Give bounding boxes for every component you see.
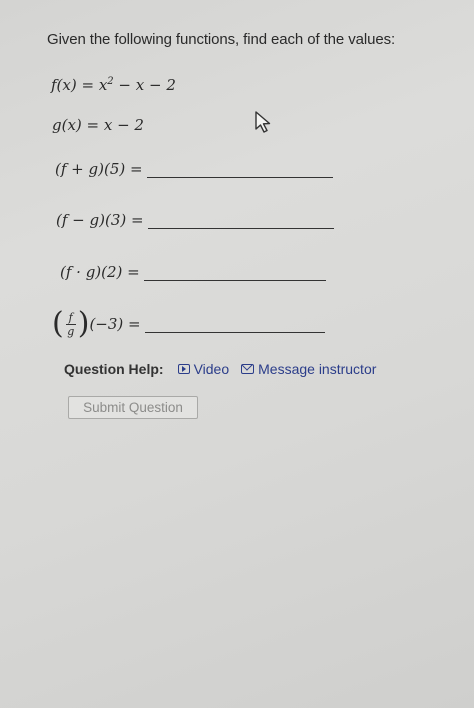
function-g-definition: g(x) = x − 2 [52,116,144,134]
submit-question-button[interactable]: Submit Question [68,396,198,419]
question-page: Given the following functions, find each… [0,0,474,708]
item-4-expression: ( f g ) (−3) = [52,307,141,341]
f-definition-base: f(x) = x [51,76,108,94]
question-prompt: Given the following functions, find each… [47,31,396,48]
video-icon [177,364,190,374]
question-item-1: (f + g)(5) = [55,160,333,178]
question-item-3: (f · g)(2) = [60,263,326,281]
function-f-definition: f(x) = x2 − x − 2 [51,76,176,94]
mouse-cursor-icon [255,111,271,133]
item-1-answer-field[interactable] [146,176,333,178]
item-2-expression: (f − g)(3) = [56,211,144,229]
video-link[interactable]: Video [177,361,230,377]
fraction-denominator: g [67,324,75,338]
item-3-answer-field[interactable] [143,279,326,281]
envelope-icon [241,364,255,374]
message-instructor-link[interactable]: Message instructor [241,361,376,377]
fraction-numerator: f [68,310,73,324]
right-paren: ) [77,306,90,341]
f-definition-rest: − x − 2 [113,76,176,94]
question-item-2: (f − g)(3) = [56,211,334,229]
item-1-expression: (f + g)(5) = [55,160,143,178]
item-3-expression: (f · g)(2) = [60,263,140,281]
item-4-answer-field[interactable] [144,331,325,333]
question-help: Question Help: Video Message instructor [64,361,376,377]
message-instructor-label: Message instructor [258,361,377,377]
question-help-label: Question Help: [64,361,164,377]
question-item-4: ( f g ) (−3) = [52,307,325,341]
item-2-answer-field[interactable] [147,227,334,229]
left-paren: ( [52,306,64,341]
item-4-tail: (−3) = [89,315,141,333]
video-link-label: Video [193,361,230,377]
f-over-g-fraction: f g [65,310,76,338]
